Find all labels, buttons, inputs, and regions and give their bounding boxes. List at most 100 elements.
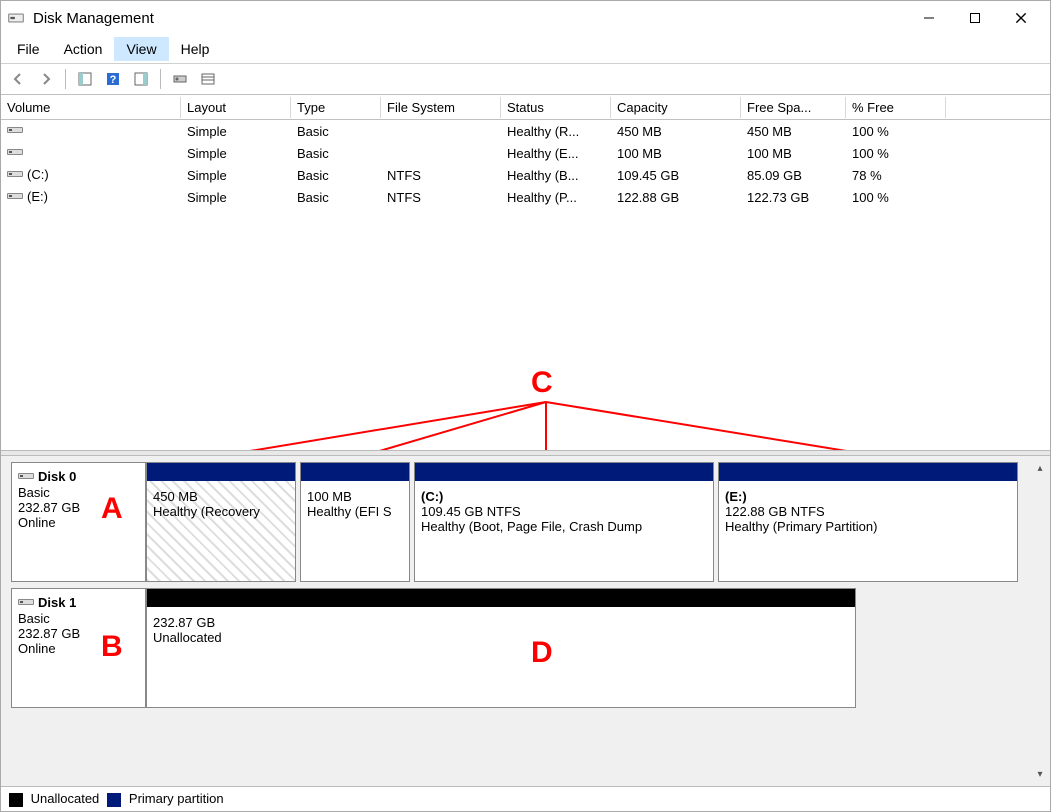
disk-type: Basic (18, 485, 139, 500)
toolbar-separator (65, 69, 66, 89)
volume-pct: 100 % (846, 188, 946, 207)
app-icon (7, 9, 25, 27)
volume-status: Healthy (E... (501, 144, 611, 163)
volume-status: Healthy (R... (501, 122, 611, 141)
volume-fs (381, 129, 501, 133)
partition-band (415, 463, 713, 481)
menu-action[interactable]: Action (52, 37, 115, 61)
annotation-c: C (531, 366, 553, 400)
partition-size: 450 MB (153, 489, 289, 504)
partition-band (147, 463, 295, 481)
scroll-down-icon[interactable]: ▾ (1032, 766, 1048, 782)
partition-size: 109.45 GB NTFS (421, 504, 707, 519)
col-filesystem[interactable]: File System (381, 97, 501, 118)
volume-layout: Simple (181, 166, 291, 185)
help-button[interactable]: ? (100, 66, 126, 92)
forward-button[interactable] (33, 66, 59, 92)
list-view-button[interactable] (195, 66, 221, 92)
show-hide-action-pane-button[interactable] (128, 66, 154, 92)
volume-status: Healthy (B... (501, 166, 611, 185)
partition-status: Healthy (Recovery (153, 504, 289, 519)
volume-row[interactable]: SimpleBasicHealthy (R...450 MB450 MB100 … (1, 120, 1050, 142)
drive-icon (7, 168, 23, 183)
menu-view[interactable]: View (114, 37, 168, 61)
drive-icon (7, 124, 23, 139)
partition-band (719, 463, 1017, 481)
show-hide-console-tree-button[interactable] (72, 66, 98, 92)
volume-capacity: 122.88 GB (611, 188, 741, 207)
partition-status: Healthy (Primary Partition) (725, 519, 1011, 534)
volume-pct: 100 % (846, 122, 946, 141)
scroll-up-icon[interactable]: ▴ (1032, 460, 1048, 476)
disk-state: Online (18, 515, 139, 530)
volume-pct: 78 % (846, 166, 946, 185)
volume-layout: Simple (181, 122, 291, 141)
maximize-button[interactable] (952, 3, 998, 33)
partition[interactable]: (C:)109.45 GB NTFSHealthy (Boot, Page Fi… (414, 462, 714, 582)
volume-list-header: Volume Layout Type File System Status Ca… (1, 95, 1050, 120)
volume-row[interactable]: (E:)SimpleBasicNTFSHealthy (P...122.88 G… (1, 186, 1050, 208)
partition-unallocated[interactable]: 232.87 GBUnallocated (146, 588, 856, 708)
partition-letter: (E:) (725, 489, 1011, 504)
volume-type: Basic (291, 166, 381, 185)
col-capacity[interactable]: Capacity (611, 97, 741, 118)
partition-status: Unallocated (153, 630, 849, 645)
menu-file[interactable]: File (5, 37, 52, 61)
disk-icon (18, 596, 34, 611)
col-pct-free[interactable]: % Free (846, 97, 946, 118)
close-button[interactable] (998, 3, 1044, 33)
disk-label: Disk 0 (38, 469, 76, 484)
minimize-button[interactable] (906, 3, 952, 33)
menu-help[interactable]: Help (169, 37, 222, 61)
volume-list[interactable]: SimpleBasicHealthy (R...450 MB450 MB100 … (1, 120, 1050, 450)
volume-row[interactable]: (C:)SimpleBasicNTFSHealthy (B...109.45 G… (1, 164, 1050, 186)
disk-label: Disk 1 (38, 595, 76, 610)
volume-fs: NTFS (381, 166, 501, 185)
disk-size: 232.87 GB (18, 500, 139, 515)
back-button[interactable] (5, 66, 31, 92)
volume-free: 450 MB (741, 122, 846, 141)
disk-partitions: 232.87 GBUnallocated (146, 588, 1040, 708)
volume-free: 122.73 GB (741, 188, 846, 207)
volume-type: Basic (291, 188, 381, 207)
partition[interactable]: (E:)122.88 GB NTFSHealthy (Primary Parti… (718, 462, 1018, 582)
volume-free: 100 MB (741, 144, 846, 163)
partition[interactable]: 450 MBHealthy (Recovery (146, 462, 296, 582)
col-volume[interactable]: Volume (1, 97, 181, 118)
legend-primary-label: Primary partition (129, 791, 224, 806)
disk-state: Online (18, 641, 139, 656)
svg-text:?: ? (110, 74, 117, 86)
partition-band (147, 589, 855, 607)
drive-icon (7, 146, 23, 161)
drive-icon (7, 190, 23, 205)
partition-letter: (C:) (421, 489, 707, 504)
partition-status: Healthy (EFI S (307, 504, 403, 519)
disk-info[interactable]: Disk 0Basic232.87 GBOnline (11, 462, 146, 582)
volume-layout: Simple (181, 144, 291, 163)
partition-status: Healthy (Boot, Page File, Crash Dump (421, 519, 707, 534)
col-type[interactable]: Type (291, 97, 381, 118)
settings-button[interactable] (167, 66, 193, 92)
volume-status: Healthy (P... (501, 188, 611, 207)
col-free-space[interactable]: Free Spa... (741, 97, 846, 118)
disk-partitions: 450 MBHealthy (Recovery100 MBHealthy (EF… (146, 462, 1040, 582)
legend-primary: Primary partition (107, 791, 223, 807)
partition-band (301, 463, 409, 481)
legend-unallocated: Unallocated (9, 791, 99, 807)
partition[interactable]: 100 MBHealthy (EFI S (300, 462, 410, 582)
col-layout[interactable]: Layout (181, 97, 291, 118)
col-status[interactable]: Status (501, 97, 611, 118)
window-title: Disk Management (33, 10, 906, 27)
titlebar: Disk Management (1, 1, 1050, 35)
volume-fs: NTFS (381, 188, 501, 207)
disk-info[interactable]: Disk 1Basic232.87 GBOnline (11, 588, 146, 708)
volume-capacity: 450 MB (611, 122, 741, 141)
partition-size: 232.87 GB (153, 615, 849, 630)
volume-row[interactable]: SimpleBasicHealthy (E...100 MB100 MB100 … (1, 142, 1050, 164)
menubar: File Action View Help (1, 35, 1050, 64)
scrollbar[interactable]: ▴ ▾ (1032, 460, 1048, 782)
legend-unallocated-label: Unallocated (31, 791, 100, 806)
volume-pct: 100 % (846, 144, 946, 163)
graphical-pane: Disk 0Basic232.87 GBOnline450 MBHealthy … (1, 456, 1050, 786)
toolbar-separator-2 (160, 69, 161, 89)
